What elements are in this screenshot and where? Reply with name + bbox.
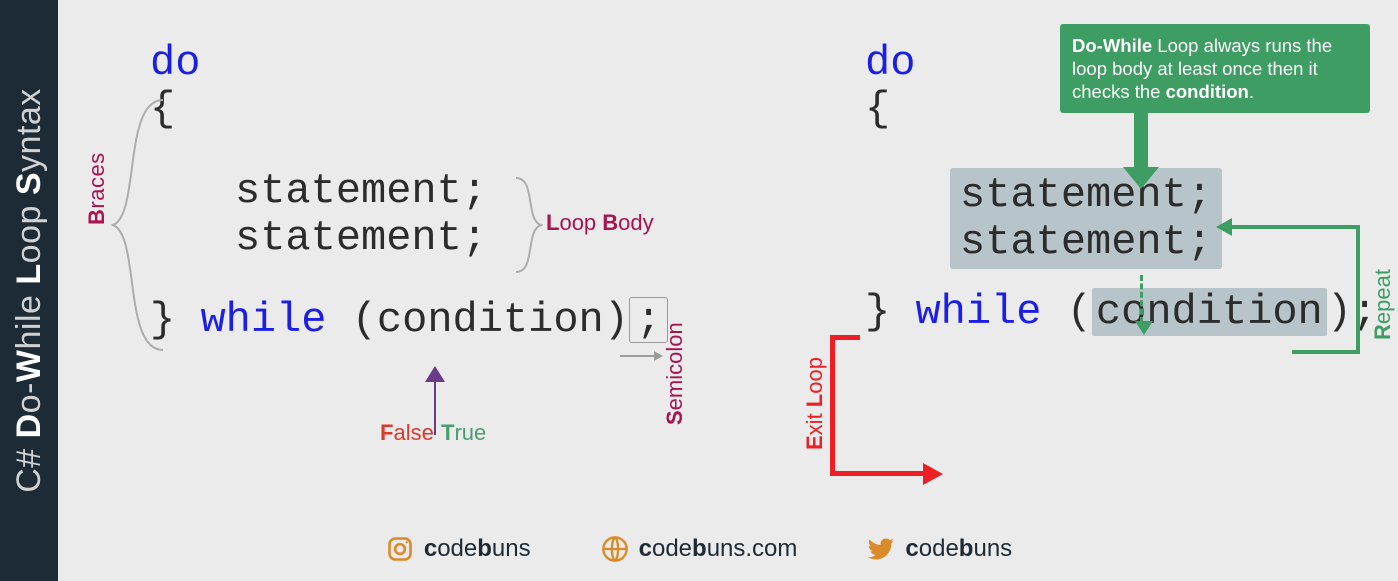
false-label: False (380, 420, 434, 446)
exit-arrow-v-icon (830, 335, 835, 475)
tw-uns: uns (973, 535, 1012, 562)
braces-label: Braces (84, 152, 110, 225)
semicolon-label: Semicolon (662, 322, 688, 425)
sidebar-t2: W (10, 349, 48, 382)
tip-after: . (1249, 81, 1254, 102)
footer-twitter: codebuns (867, 535, 1012, 563)
exit-E: E (802, 435, 827, 450)
semicolon-pointer-icon (620, 355, 655, 357)
twitter-icon (867, 535, 895, 563)
true-label: True (441, 420, 486, 446)
left-syntax-block: do { statement; statement; } while (cond… (150, 40, 668, 343)
repeat-arrow-v-icon (1356, 225, 1360, 354)
stmt2-right: statement; (960, 219, 1212, 265)
tip-b2: condition (1166, 81, 1249, 102)
exit-Er: xit (802, 407, 827, 435)
body-to-condition-arrow-icon (1140, 275, 1143, 323)
tw-c: c (905, 535, 918, 562)
tip-arrow-icon (1134, 99, 1148, 169)
loop-body-L: L (546, 210, 559, 235)
sidebar-t6: S (10, 172, 48, 195)
sidebar-lang: C# (10, 448, 48, 492)
true-first: T (441, 420, 454, 445)
footer-instagram: codebuns (386, 535, 531, 563)
loop-body-B: B (602, 210, 618, 235)
loop-body-Br: ody (618, 210, 653, 235)
sidebar-t4: L (10, 263, 48, 284)
exit-label: Exit Loop (802, 357, 828, 450)
site-ode: ode (652, 535, 692, 562)
sidebar-title: C# Do-While Loop Syntax (10, 88, 49, 493)
repeat-rest: epeat (1370, 269, 1395, 324)
do-keyword-right: do (865, 39, 915, 87)
exit-arrow-bot-icon (830, 471, 925, 476)
stmt-box: statement; statement; (950, 168, 1222, 268)
sidebar-t0: D (10, 413, 48, 438)
globe-icon (601, 535, 629, 563)
open-paren-right: ( (1067, 288, 1092, 336)
close-paren-left: ) (604, 296, 629, 344)
braces-label-rest: races (84, 152, 109, 208)
true-rest: rue (454, 420, 486, 445)
loop-body-bracket-icon (513, 175, 543, 275)
braces-label-first: B (84, 209, 109, 225)
footer-website: codebuns.com (601, 535, 798, 563)
repeat-arrow-h1-icon (1292, 350, 1360, 354)
do-keyword-left: do (150, 39, 200, 87)
exit-L: L (802, 394, 827, 407)
tip-box: Do-While Loop always runs the loop body … (1060, 24, 1370, 113)
while-keyword-right: while (915, 288, 1041, 336)
condition-arrow-icon (434, 380, 436, 435)
site-c: c (639, 535, 652, 562)
semi-first: S (662, 410, 687, 425)
while-keyword-left: while (200, 296, 326, 344)
close-brace-right: } (865, 288, 890, 336)
footer-site-text: codebuns.com (639, 535, 798, 563)
false-rest: alse (393, 420, 433, 445)
stmt1-left: statement; (150, 168, 668, 214)
ig-c: c (424, 535, 437, 562)
sidebar-t5: oop (10, 195, 48, 263)
false-first: F (380, 420, 393, 445)
semi-rest: emicolon (662, 322, 687, 410)
close-brace-left: } (150, 296, 175, 344)
site-uns: uns.com (707, 535, 798, 562)
sidebar: C# Do-While Loop Syntax (0, 0, 58, 581)
ig-b: b (477, 535, 492, 562)
instagram-icon (386, 535, 414, 563)
repeat-first: R (1370, 324, 1395, 340)
loop-body-label: Loop Body (546, 210, 654, 236)
condition-right: condition (1092, 288, 1327, 336)
footer-ig-text: codebuns (424, 535, 531, 563)
exit-Lr: oop (802, 357, 827, 394)
loop-body-Lr: oop (559, 210, 602, 235)
ig-uns: uns (492, 535, 531, 562)
repeat-arrow-h2-icon (1230, 225, 1360, 229)
stmt1-right: statement; (960, 172, 1212, 218)
sidebar-t3: hile (10, 285, 48, 350)
ig-ode: ode (437, 535, 477, 562)
footer: codebuns codebuns.com codebuns (0, 535, 1398, 563)
tw-ode: ode (919, 535, 959, 562)
site-b: b (692, 535, 707, 562)
footer-tw-text: codebuns (905, 535, 1012, 563)
open-paren-left: ( (352, 296, 377, 344)
open-brace-left: { (150, 86, 668, 132)
condition-left: condition (377, 296, 604, 344)
tip-b1: Do-While (1072, 35, 1152, 56)
repeat-label: Repeat (1370, 269, 1396, 340)
sidebar-t7: yntax (10, 88, 48, 172)
sidebar-t1: o- (10, 382, 48, 413)
tw-b: b (959, 535, 974, 562)
close-paren-right: ) (1327, 288, 1352, 336)
